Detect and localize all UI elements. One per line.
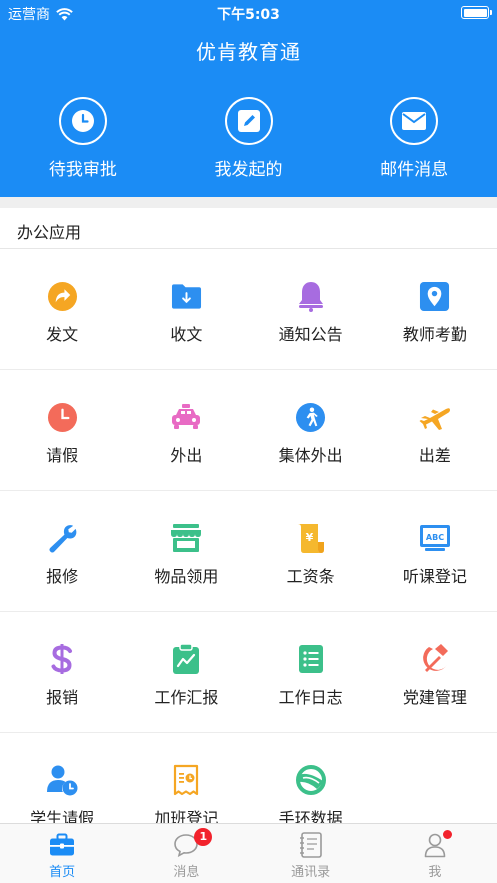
app-label: 工作日志 bbox=[278, 688, 343, 707]
clock-icon bbox=[58, 97, 107, 145]
location-pin-icon bbox=[419, 280, 451, 312]
quick-action-label: 我发起的 bbox=[214, 160, 283, 180]
divider bbox=[0, 197, 497, 208]
battery-icon bbox=[461, 6, 492, 19]
share-arrow-icon bbox=[46, 280, 78, 312]
app-group-outing[interactable]: 集体外出 bbox=[249, 370, 373, 490]
app-label: 集体外出 bbox=[278, 446, 343, 465]
app-label: 听课登记 bbox=[402, 567, 467, 586]
app-label: 手环数据 bbox=[278, 809, 343, 823]
tab-label: 首页 bbox=[49, 865, 76, 880]
tab-messages[interactable]: 1 消息 bbox=[124, 824, 248, 883]
app-label: 请假 bbox=[46, 446, 79, 465]
quick-action-pending-approval[interactable]: 待我审批 bbox=[0, 97, 166, 187]
grid-row: 发文 收文 通知公告 教师考勤 bbox=[0, 249, 497, 370]
report-chart-icon bbox=[170, 643, 202, 675]
edit-icon bbox=[224, 97, 273, 145]
student-clock-icon bbox=[46, 764, 78, 796]
address-book-icon bbox=[297, 832, 325, 858]
briefcase-icon bbox=[48, 832, 76, 858]
tab-label: 消息 bbox=[173, 865, 200, 880]
app-send-document[interactable]: 发文 bbox=[0, 249, 124, 369]
hammer-sickle-icon bbox=[419, 643, 451, 675]
quick-action-initiated[interactable]: 我发起的 bbox=[166, 97, 332, 187]
app-label: 工资条 bbox=[286, 567, 335, 586]
wrench-icon bbox=[46, 522, 78, 554]
app-wristband-data[interactable]: 手环数据 bbox=[249, 733, 373, 823]
app-label: 工作汇报 bbox=[154, 688, 219, 707]
tab-contacts[interactable]: 通讯录 bbox=[249, 824, 373, 883]
app-receive-document[interactable]: 收文 bbox=[124, 249, 248, 369]
app-teacher-attendance[interactable]: 教师考勤 bbox=[373, 249, 497, 369]
app-label: 学生请假 bbox=[30, 809, 95, 823]
tab-home[interactable]: 首页 bbox=[0, 824, 124, 883]
app-work-report[interactable]: 工作汇报 bbox=[124, 612, 248, 732]
salary-scroll-icon: ¥ bbox=[295, 522, 327, 554]
chat-bubble-icon: 1 bbox=[172, 828, 213, 858]
app-repair[interactable]: 报修 bbox=[0, 491, 124, 611]
app-payslip[interactable]: ¥ 工资条 bbox=[249, 491, 373, 611]
quick-action-label: 邮件消息 bbox=[380, 160, 449, 180]
app-lecture-registration[interactable]: ABC 听课登记 bbox=[373, 491, 497, 611]
walking-person-icon bbox=[295, 401, 327, 433]
mail-icon bbox=[390, 97, 439, 145]
person-icon bbox=[421, 830, 452, 858]
app-label: 报销 bbox=[46, 688, 79, 707]
app-going-out[interactable]: 外出 bbox=[124, 370, 248, 490]
app-reimbursement[interactable]: 报销 bbox=[0, 612, 124, 732]
grid-row: 报销 工作汇报 工作日志 党建管理 bbox=[0, 612, 497, 733]
notification-dot bbox=[442, 830, 452, 839]
empty-cell bbox=[373, 733, 497, 823]
bell-icon bbox=[295, 280, 327, 312]
wristband-icon bbox=[295, 764, 327, 796]
status-bar: 运营商 下午5:03 bbox=[0, 0, 497, 26]
abc-board-icon: ABC bbox=[419, 522, 451, 554]
tab-bar: 首页 1 消息 通讯录 我 bbox=[0, 823, 497, 883]
app-label: 教师考勤 bbox=[402, 325, 467, 344]
app-label: 党建管理 bbox=[402, 688, 467, 707]
unread-badge: 1 bbox=[194, 828, 213, 846]
section-header: 办公应用 bbox=[0, 208, 497, 249]
grid-row: 请假 外出 集体外出 出差 bbox=[0, 370, 497, 491]
clock-icon bbox=[46, 401, 78, 433]
app-label: 收文 bbox=[170, 325, 203, 344]
app-label: 通知公告 bbox=[278, 325, 343, 344]
svg-text:¥: ¥ bbox=[305, 531, 313, 544]
dollar-icon bbox=[46, 643, 78, 675]
app-title: 优肯教育通 bbox=[196, 40, 301, 64]
store-icon bbox=[170, 522, 202, 554]
app-notice[interactable]: 通知公告 bbox=[249, 249, 373, 369]
app-label: 物品领用 bbox=[154, 567, 219, 586]
app-student-leave[interactable]: 学生请假 bbox=[0, 733, 124, 823]
app-leave[interactable]: 请假 bbox=[0, 370, 124, 490]
app-label: 发文 bbox=[46, 325, 79, 344]
section-title: 办公应用 bbox=[17, 223, 82, 242]
app-overtime-registration[interactable]: 加班登记 bbox=[124, 733, 248, 823]
app-label: 报修 bbox=[46, 567, 79, 586]
taxi-icon bbox=[170, 401, 202, 433]
tab-label: 我 bbox=[428, 865, 442, 880]
app-supply-requisition[interactable]: 物品领用 bbox=[124, 491, 248, 611]
app-label: 出差 bbox=[418, 446, 451, 465]
app-grid: 发文 收文 通知公告 教师考勤 请假 外出 集体外出 出差 报修 物品领用 ¥ … bbox=[0, 249, 497, 823]
app-label: 加班登记 bbox=[154, 809, 219, 823]
grid-row: 报修 物品领用 ¥ 工资条 ABC 听课登记 bbox=[0, 491, 497, 612]
app-business-trip[interactable]: 出差 bbox=[373, 370, 497, 490]
log-list-icon bbox=[295, 643, 327, 675]
svg-text:ABC: ABC bbox=[426, 533, 444, 542]
app-work-log[interactable]: 工作日志 bbox=[249, 612, 373, 732]
quick-action-mail[interactable]: 邮件消息 bbox=[331, 97, 497, 187]
tab-me[interactable]: 我 bbox=[373, 824, 497, 883]
download-folder-icon bbox=[170, 280, 202, 312]
quick-actions: 待我审批 我发起的 邮件消息 bbox=[0, 97, 497, 187]
app-party-building[interactable]: 党建管理 bbox=[373, 612, 497, 732]
tab-label: 通讯录 bbox=[291, 865, 331, 880]
grid-row: 学生请假 加班登记 手环数据 bbox=[0, 733, 497, 823]
app-label: 外出 bbox=[170, 446, 203, 465]
status-time: 下午5:03 bbox=[217, 7, 280, 23]
airplane-icon bbox=[419, 401, 451, 433]
quick-action-label: 待我审批 bbox=[48, 160, 117, 180]
app-header: 运营商 下午5:03 优肯教育通 待我审批 我发起的 邮件消息 bbox=[0, 0, 497, 197]
overtime-receipt-icon bbox=[170, 764, 202, 796]
